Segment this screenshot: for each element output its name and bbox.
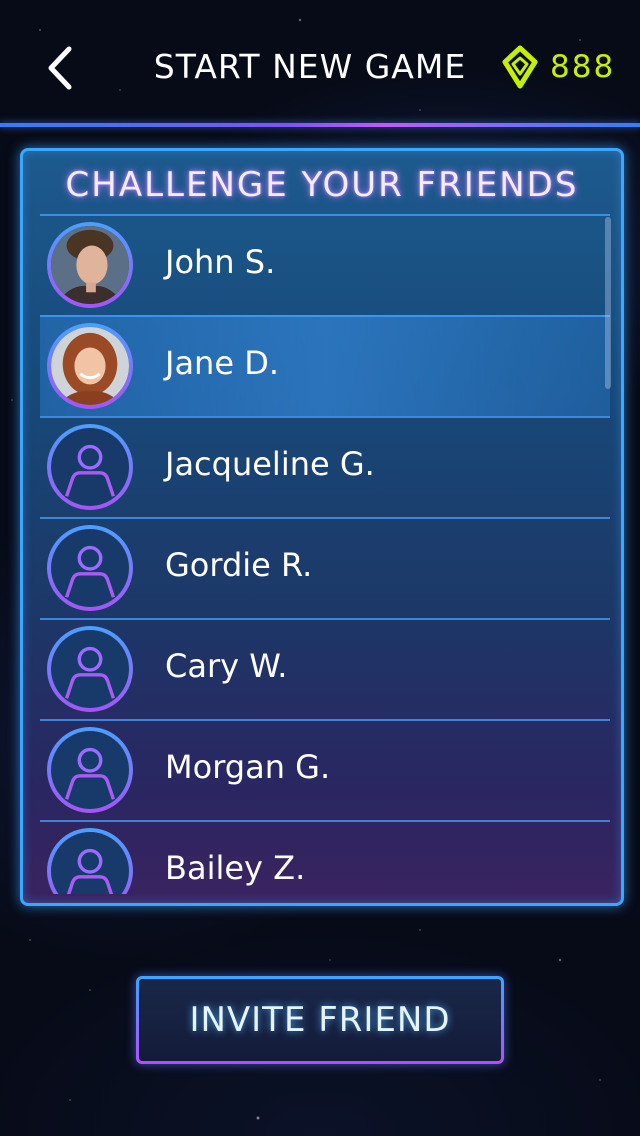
panel-title: CHALLENGE YOUR FRIENDS xyxy=(65,165,579,205)
chevron-left-icon xyxy=(48,46,72,90)
friend-row-selected[interactable]: Jane D. xyxy=(40,315,610,416)
avatar-placeholder xyxy=(47,525,133,611)
gem-icon xyxy=(502,45,538,89)
friend-name: Jane D. xyxy=(165,344,279,382)
friend-row[interactable]: Morgan G. xyxy=(40,719,610,820)
friend-name: Bailey Z. xyxy=(165,849,306,887)
user-icon xyxy=(64,444,116,497)
invite-friend-button[interactable]: INVITE FRIEND xyxy=(136,976,504,1064)
avatar-placeholder xyxy=(47,424,133,510)
friend-row[interactable]: Cary W. xyxy=(40,618,610,719)
user-icon xyxy=(64,646,116,699)
scrollbar-thumb[interactable] xyxy=(605,217,611,389)
page-title: START NEW GAME xyxy=(153,47,467,86)
friend-row[interactable]: John S. xyxy=(40,214,610,315)
friends-panel: CHALLENGE YOUR FRIENDS John S. Jane D. J… xyxy=(20,148,624,906)
invite-friend-label: INVITE FRIEND xyxy=(189,1000,451,1040)
friend-name: Gordie R. xyxy=(165,546,313,584)
avatar-placeholder xyxy=(47,727,133,813)
friend-list[interactable]: John S. Jane D. Jacqueline G. Gordie R. … xyxy=(40,214,610,894)
friend-name: John S. xyxy=(165,243,276,281)
avatar-photo xyxy=(47,323,133,409)
user-icon xyxy=(66,848,114,894)
avatar-placeholder xyxy=(47,828,133,894)
friend-row[interactable]: Jacqueline G. xyxy=(40,416,610,517)
gem-count: 888 xyxy=(550,49,616,85)
friend-row[interactable]: Bailey Z. xyxy=(40,820,610,894)
back-button[interactable] xyxy=(30,38,90,98)
friend-name: Cary W. xyxy=(165,647,288,685)
friend-name: Morgan G. xyxy=(165,748,331,786)
avatar-placeholder xyxy=(47,626,133,712)
avatar-photo xyxy=(47,222,133,308)
header: START NEW GAME 888 xyxy=(0,0,640,127)
scrollbar[interactable] xyxy=(605,217,611,893)
friend-name: Jacqueline G. xyxy=(165,445,375,483)
gem-counter: 888 xyxy=(500,44,615,90)
header-divider xyxy=(0,123,640,127)
user-icon xyxy=(64,545,116,598)
user-icon xyxy=(64,747,116,800)
friend-row[interactable]: Gordie R. xyxy=(40,517,610,618)
